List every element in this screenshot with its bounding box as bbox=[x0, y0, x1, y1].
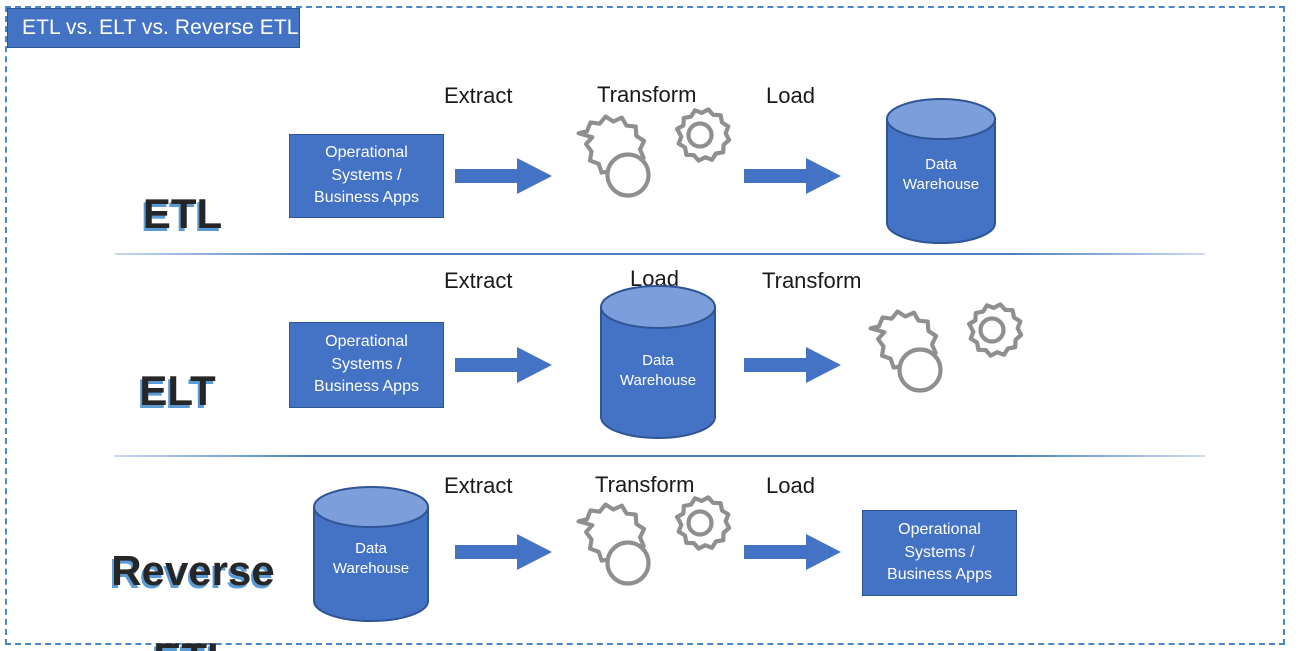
data-warehouse-cylinder-etl: Data Warehouse bbox=[885, 97, 997, 245]
title-banner: ETL vs. ELT vs. Reverse ETL bbox=[7, 8, 300, 48]
operational-systems-line1: Operational bbox=[898, 520, 981, 538]
operational-systems-box-elt: Operational Systems / Business Apps bbox=[289, 322, 444, 408]
operational-systems-line2: Systems / bbox=[904, 543, 975, 561]
stage-label-elt-extract: Extract bbox=[444, 268, 513, 293]
operational-systems-line1: Operational bbox=[325, 332, 408, 350]
process-name-elt: ELT bbox=[120, 325, 235, 412]
stage-label-elt-transform: Transform bbox=[762, 268, 862, 293]
operational-systems-line2: Systems / bbox=[331, 166, 402, 184]
data-warehouse-cylinder-reverse: Data Warehouse bbox=[312, 485, 430, 623]
operational-systems-line3: Business Apps bbox=[887, 566, 992, 584]
extract-arrow-elt bbox=[455, 344, 553, 386]
operational-systems-line3: Business Apps bbox=[314, 189, 419, 207]
operational-systems-box-etl: Operational Systems / Business Apps bbox=[289, 134, 444, 218]
process-name-reverse-etl: Reverse ETL bbox=[98, 505, 288, 651]
transform-gears-reverse bbox=[565, 493, 735, 618]
operational-systems-box-reverse: Operational Systems / Business Apps bbox=[862, 510, 1017, 596]
load-arrow-elt bbox=[744, 344, 842, 386]
transform-gears-etl bbox=[565, 105, 735, 230]
extract-arrow-etl bbox=[455, 155, 553, 197]
row-separator-2 bbox=[115, 455, 1205, 457]
page-title: ETL vs. ELT vs. Reverse ETL bbox=[22, 16, 299, 39]
stage-label-reverse-load: Load bbox=[766, 473, 815, 498]
row-separator-1 bbox=[115, 253, 1205, 255]
process-name-etl: ETL bbox=[125, 148, 240, 235]
operational-systems-line3: Business Apps bbox=[314, 378, 419, 396]
process-name-elt-line1: ELT bbox=[139, 366, 216, 414]
operational-systems-line2: Systems / bbox=[331, 355, 402, 373]
process-name-reverse-etl-line1: Reverse bbox=[111, 546, 275, 594]
process-name-reverse-etl-line2: ETL bbox=[153, 634, 232, 651]
diagram-canvas: ETL vs. ELT vs. Reverse ETL ETL Extract … bbox=[0, 0, 1300, 651]
stage-label-etl-extract: Extract bbox=[444, 83, 513, 108]
load-arrow-etl bbox=[744, 155, 842, 197]
stage-label-reverse-extract: Extract bbox=[444, 473, 513, 498]
data-warehouse-cylinder-elt: Data Warehouse bbox=[599, 285, 717, 440]
process-name-etl-line1: ETL bbox=[142, 189, 223, 237]
stage-label-etl-load: Load bbox=[766, 83, 815, 108]
operational-systems-line1: Operational bbox=[325, 143, 408, 161]
extract-arrow-reverse bbox=[455, 531, 553, 573]
load-arrow-reverse bbox=[744, 531, 842, 573]
transform-gears-elt bbox=[857, 300, 1027, 425]
